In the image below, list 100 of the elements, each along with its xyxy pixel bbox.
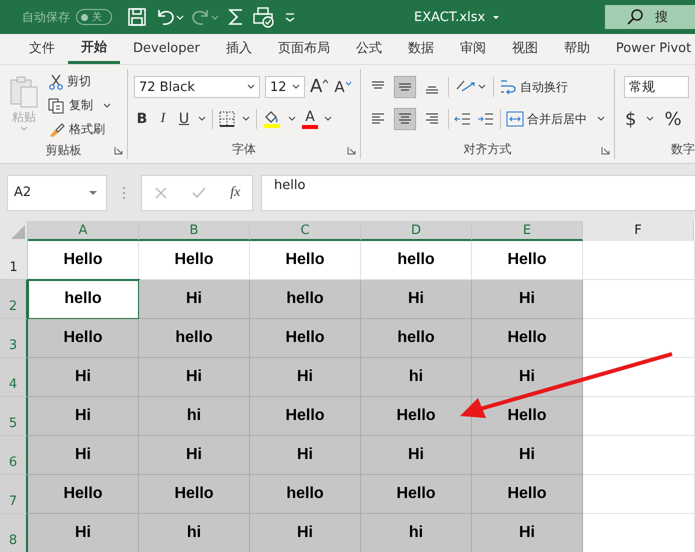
font-family-dropdown[interactable]: 72 Black xyxy=(134,76,260,98)
dialog-launcher-icon[interactable] xyxy=(347,146,356,155)
merge-center-button[interactable]: 合并后居中 xyxy=(506,108,606,130)
merge-icon xyxy=(506,111,524,127)
percent-button[interactable]: % xyxy=(660,108,686,130)
caret-icon[interactable] xyxy=(287,115,297,123)
name-box[interactable]: A2 xyxy=(7,174,107,210)
cut-button[interactable]: 剪切 xyxy=(48,71,112,92)
autosave-label: 自动保存 xyxy=(22,8,70,26)
scissors-icon xyxy=(48,74,64,90)
search-field[interactable]: 搜 xyxy=(605,5,695,29)
dialog-launcher-icon[interactable] xyxy=(114,146,123,155)
caret-icon[interactable] xyxy=(197,115,207,123)
ribbon-tab[interactable]: 插入 xyxy=(212,34,265,64)
decrease-indent-icon[interactable] xyxy=(454,111,472,127)
row-header[interactable]: 8 xyxy=(0,514,28,552)
ribbon-tab[interactable]: 数据 xyxy=(394,34,447,64)
column-header[interactable]: D xyxy=(361,221,472,241)
caret-icon[interactable] xyxy=(241,115,251,123)
font-size-dropdown[interactable]: 12 xyxy=(265,76,305,98)
check-icon[interactable] xyxy=(190,186,207,200)
table-cell: hello xyxy=(361,319,472,358)
column-header[interactable]: B xyxy=(139,221,250,241)
table-cell: Hi xyxy=(250,436,361,475)
table-cell: Hi xyxy=(472,514,583,552)
wrap-icon xyxy=(499,78,517,96)
column-header[interactable]: C xyxy=(250,221,361,241)
save-icon[interactable] xyxy=(126,6,148,28)
clipboard-icon xyxy=(8,75,40,109)
table-cell: hello xyxy=(250,280,361,319)
font-color-button[interactable]: A xyxy=(302,110,318,128)
table-cell: Hello xyxy=(361,397,472,436)
grow-font-button[interactable]: A xyxy=(310,78,330,96)
row-header[interactable]: 4 xyxy=(0,358,28,397)
grip-icon[interactable] xyxy=(121,184,127,200)
insert-function-button[interactable]: fx xyxy=(230,184,240,200)
table-cell: Hello xyxy=(250,319,361,358)
ribbon-tab[interactable]: 帮助 xyxy=(550,34,603,64)
column-header[interactable]: A xyxy=(28,221,139,241)
ribbon-tab[interactable]: Power Pivot xyxy=(602,34,695,64)
table-cell: Hi xyxy=(472,358,583,397)
ribbon-tab[interactable]: 公式 xyxy=(342,34,395,64)
table-cell: hi xyxy=(139,397,250,436)
table-cell: Hello xyxy=(250,397,361,436)
shrink-font-button[interactable]: A xyxy=(334,80,352,94)
table-cell: Hi xyxy=(472,436,583,475)
caret-icon xyxy=(292,84,300,90)
ribbon-tab[interactable]: Developer xyxy=(120,34,213,64)
underline-button[interactable]: U xyxy=(176,111,192,127)
copy-button[interactable]: 复制 xyxy=(48,95,112,116)
borders-icon[interactable] xyxy=(218,110,236,128)
ribbon-tab[interactable]: 页面布局 xyxy=(264,34,343,64)
row-header[interactable]: 2 xyxy=(0,280,28,319)
row-header[interactable]: 7 xyxy=(0,475,28,514)
align-button[interactable] xyxy=(394,108,416,130)
caret-icon[interactable] xyxy=(323,115,333,123)
ribbon-tab[interactable]: 文件 xyxy=(16,34,68,64)
row-header[interactable]: 1 xyxy=(0,241,28,280)
table-cell: Hi xyxy=(472,280,583,319)
table-cell: Hello xyxy=(361,475,472,514)
table-cell: Hello xyxy=(472,475,583,514)
table-cell: hello xyxy=(139,319,250,358)
table-cell: Hello xyxy=(139,475,250,514)
format-painter-button[interactable]: 格式刷 xyxy=(48,119,112,140)
column-header[interactable]: F xyxy=(583,221,694,241)
formula-input[interactable]: hello xyxy=(261,174,695,210)
table-cell: Hello xyxy=(28,319,139,358)
caret-icon xyxy=(88,190,98,196)
caret-icon xyxy=(102,102,112,110)
bold-button[interactable]: B xyxy=(134,111,150,127)
printer-icon[interactable] xyxy=(252,6,276,28)
table-cell: Hello xyxy=(472,397,583,436)
table-cell: Hi xyxy=(28,436,139,475)
row-header[interactable]: 3 xyxy=(0,319,28,358)
table-cell: Hi xyxy=(28,514,139,552)
fill-color-icon[interactable] xyxy=(262,109,282,129)
ribbon-tab[interactable]: 视图 xyxy=(498,34,551,64)
row-header[interactable]: 6 xyxy=(0,436,28,475)
table-cell: Hi xyxy=(28,358,139,397)
table-cell: hi xyxy=(139,514,250,552)
table-cell: hi xyxy=(361,514,472,552)
ribbon-tab[interactable]: 开始 xyxy=(68,34,120,64)
wrap-text-button[interactable]: 自动换行 xyxy=(499,76,568,98)
currency-button[interactable]: $ xyxy=(621,108,640,130)
italic-button[interactable]: I xyxy=(155,111,171,127)
ribbon-tab[interactable]: 审阅 xyxy=(446,34,499,64)
increase-indent-icon[interactable] xyxy=(477,111,495,127)
dialog-launcher-icon[interactable] xyxy=(601,146,610,155)
align-button[interactable] xyxy=(394,76,416,98)
table-cell: Hi xyxy=(250,358,361,397)
table-cell: Hello xyxy=(472,319,583,358)
caret-icon[interactable] xyxy=(645,115,656,123)
column-header[interactable]: E xyxy=(472,221,583,241)
number-format-dropdown[interactable]: 常规 xyxy=(624,76,689,98)
row-header[interactable]: 5 xyxy=(0,397,28,436)
table-cell: Hi xyxy=(361,436,472,475)
table-cell: Hi xyxy=(361,280,472,319)
window-title: EXACT.xlsx xyxy=(414,10,486,24)
group-label: 对齐方式 xyxy=(464,140,512,158)
search-icon xyxy=(625,7,645,27)
